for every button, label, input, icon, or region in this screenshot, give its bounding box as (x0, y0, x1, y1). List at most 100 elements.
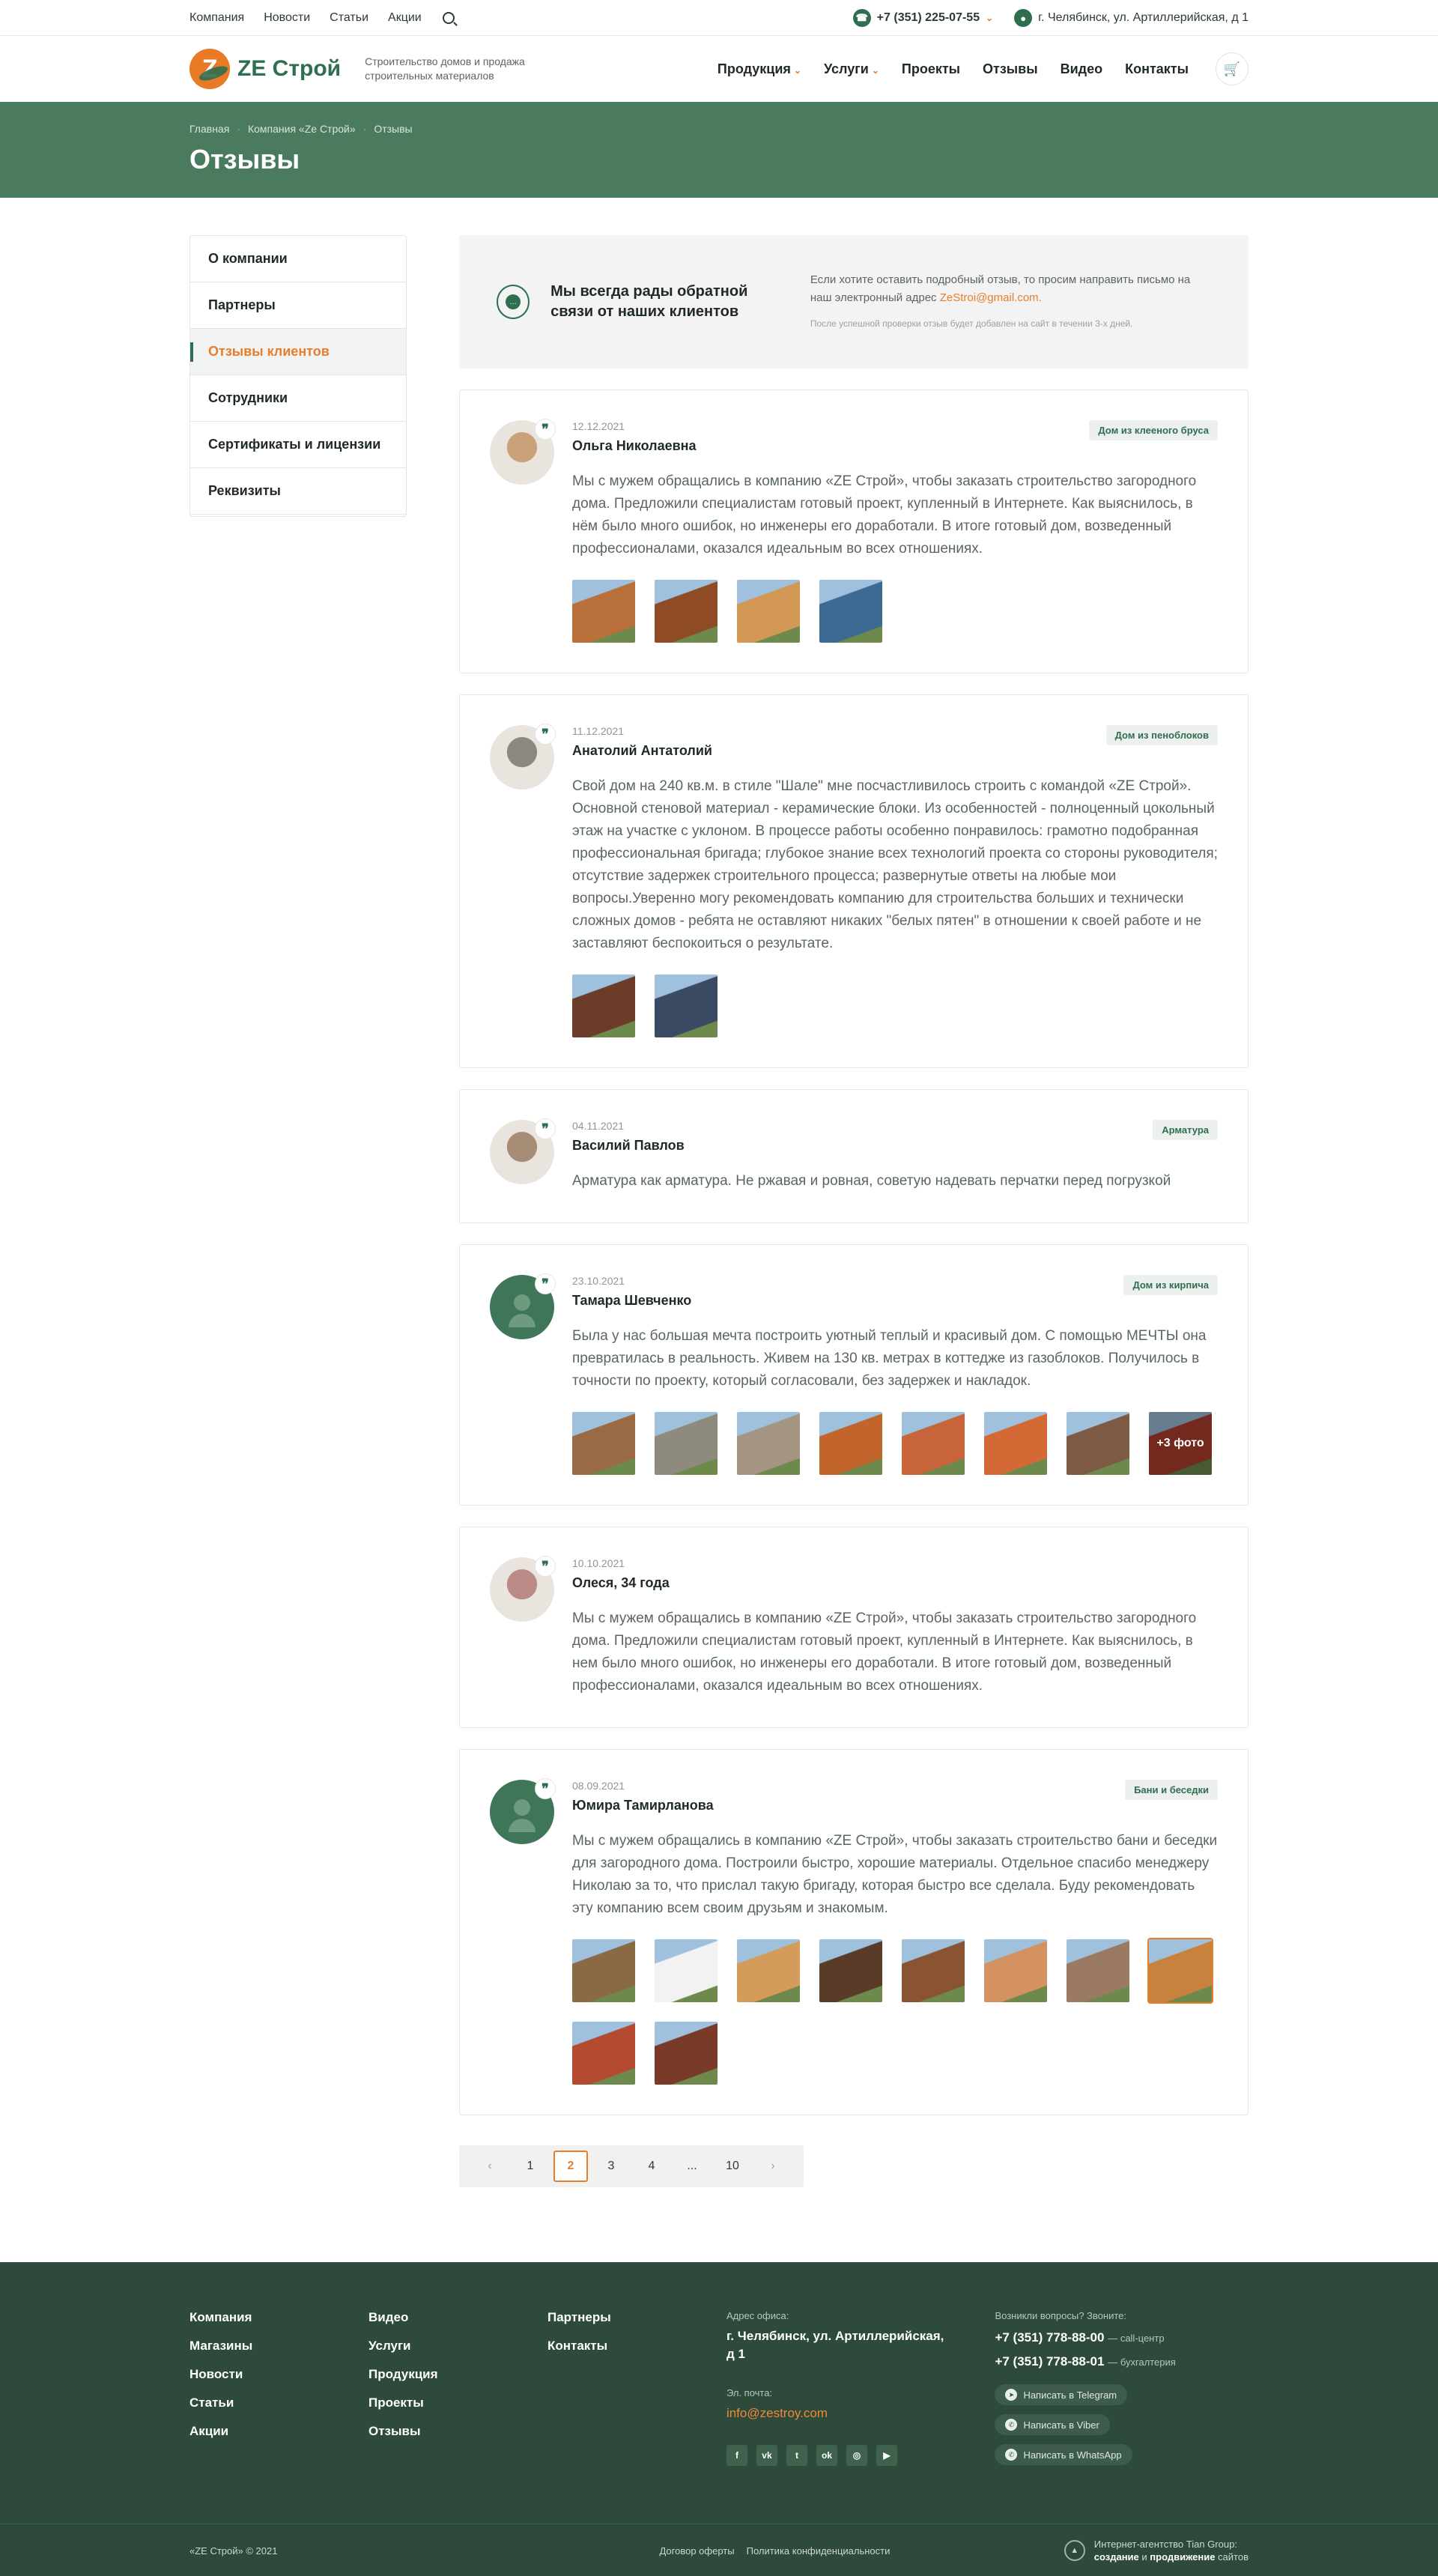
top-nav-promo[interactable]: Акции (388, 11, 422, 25)
footer-link[interactable]: Видео (368, 2310, 547, 2325)
review-photo[interactable] (819, 1939, 882, 2002)
review-category-badge[interactable]: Дом из пеноблоков (1105, 725, 1218, 745)
review-author: Олеся, 34 года (572, 1575, 670, 1590)
page-button[interactable]: 3 (594, 2151, 628, 2182)
logo[interactable]: Z ZE Строй (189, 49, 341, 89)
main-nav-item[interactable]: Видео (1061, 61, 1103, 77)
viber-label: Написать в Viber (1023, 2419, 1099, 2431)
review-photo[interactable] (572, 2022, 635, 2085)
twitter-icon[interactable]: t (786, 2445, 807, 2466)
footer-link[interactable]: Акции (189, 2424, 368, 2439)
viber-button[interactable]: ✆ Написать в Viber (995, 2414, 1110, 2435)
sidebar-item[interactable]: Реквизиты (190, 468, 406, 515)
top-nav-company[interactable]: Компания (189, 11, 244, 25)
review-photo[interactable] (655, 1939, 718, 2002)
main-nav-item[interactable]: Контакты (1125, 61, 1189, 77)
review-photo[interactable] (655, 580, 718, 643)
review-photo[interactable] (1067, 1412, 1129, 1475)
footer-phone-1[interactable]: +7 (351) 778-88-00 — call-центр (995, 2330, 1249, 2345)
odnoklassniki-icon[interactable]: ok (816, 2445, 837, 2466)
phone-1-number[interactable]: +7 (351) 778-88-00 (995, 2330, 1104, 2345)
footer-link[interactable]: Проекты (368, 2395, 547, 2410)
review-photo[interactable] (737, 1412, 800, 1475)
review-category-badge[interactable]: Дом из кирпича (1123, 1275, 1218, 1295)
main-nav-item[interactable]: Проекты (902, 61, 960, 77)
footer-col-3: Партнеры Контакты (547, 2310, 726, 2466)
review-photo[interactable] (572, 975, 635, 1037)
footer-phone-2[interactable]: +7 (351) 778-88-01 — бухгалтерия (995, 2354, 1249, 2369)
telegram-button[interactable]: ➤ Написать в Telegram (995, 2384, 1128, 2405)
feedback-box: … Мы всегда рады обратной связи от наших… (459, 235, 1249, 369)
review-photo[interactable] (572, 580, 635, 643)
top-nav-articles[interactable]: Статьи (330, 11, 368, 25)
feedback-email-link[interactable]: ZeStroi@gmail.com. (940, 291, 1042, 304)
breadcrumb-company[interactable]: Компания «Ze Строй» (248, 123, 356, 135)
review-photo[interactable] (655, 975, 718, 1037)
privacy-link[interactable]: Политика конфиденциальности (747, 2545, 891, 2557)
facebook-icon[interactable]: f (726, 2445, 747, 2466)
review-photo[interactable] (984, 1939, 1047, 2002)
review-photo[interactable] (737, 1939, 800, 2002)
cart-icon[interactable]: 🛒 (1216, 52, 1249, 85)
review-photo[interactable] (1067, 1939, 1129, 2002)
sidebar-item[interactable]: Сотрудники (190, 375, 406, 422)
phone-2-number[interactable]: +7 (351) 778-88-01 (995, 2354, 1104, 2369)
search-icon[interactable] (442, 12, 455, 24)
review-text: Мы с мужем обращались в компанию «ZE Стр… (572, 1610, 1197, 1694)
review-photo[interactable] (1147, 1938, 1213, 2004)
footer-link[interactable]: Статьи (189, 2395, 368, 2410)
youtube-icon[interactable]: ▶ (876, 2445, 897, 2466)
review-photo[interactable] (572, 1412, 635, 1475)
review-photo[interactable] (655, 2022, 718, 2085)
page-button[interactable]: 1 (513, 2151, 547, 2182)
review-photo[interactable] (984, 1412, 1047, 1475)
agency-credit[interactable]: ▲ Интернет-агентство Tian Group: создани… (1064, 2538, 1249, 2563)
instagram-icon[interactable]: ◎ (846, 2445, 867, 2466)
footer-link[interactable]: Отзывы (368, 2424, 547, 2439)
page-button[interactable]: 2 (553, 2151, 588, 2182)
footer-link[interactable]: Магазины (189, 2339, 368, 2354)
review-category-badge[interactable]: Дом из клееного бруса (1089, 420, 1218, 440)
breadcrumb-home[interactable]: Главная (189, 123, 229, 135)
footer-link[interactable]: Новости (189, 2367, 368, 2382)
review-category-badge[interactable]: Бани и беседки (1125, 1780, 1218, 1800)
footer-email[interactable]: info@zestroy.com (726, 2406, 995, 2421)
legal-links: Договор оферты Политика конфиденциальнос… (659, 2545, 890, 2557)
offer-link[interactable]: Договор оферты (659, 2545, 734, 2557)
review-photo[interactable] (572, 1939, 635, 2002)
sidebar-item[interactable]: О компании (190, 236, 406, 282)
top-nav-news[interactable]: Новости (264, 11, 310, 25)
main-nav-item[interactable]: Отзывы (983, 61, 1038, 77)
sidebar-item[interactable]: Сертификаты и лицензии (190, 422, 406, 468)
main-nav-item[interactable]: Услуги ⌄ (824, 61, 879, 77)
phone-dropdown[interactable]: ☎ +7 (351) 225-07-55 ⌄ (852, 9, 993, 27)
prev-page-button[interactable]: ‹ (473, 2151, 507, 2182)
review-photo[interactable]: +3 фото (1149, 1412, 1212, 1475)
phone-icon: ☎ (852, 9, 871, 27)
top-phone[interactable]: +7 (351) 225-07-55 (877, 11, 980, 25)
review-photo[interactable] (902, 1939, 965, 2002)
footer-link[interactable]: Продукция (368, 2367, 547, 2382)
review-photo[interactable] (819, 580, 882, 643)
page-button[interactable]: 4 (634, 2151, 669, 2182)
sidebar-item[interactable]: Партнеры (190, 282, 406, 329)
footer-link[interactable]: Партнеры (547, 2310, 726, 2325)
footer-col-1: Компания Магазины Новости Статьи Акции (189, 2310, 368, 2466)
footer-link[interactable]: Услуги (368, 2339, 547, 2354)
page-button[interactable]: 10 (715, 2151, 750, 2182)
review-category-badge[interactable]: Арматура (1153, 1120, 1218, 1140)
main-nav-item[interactable]: Продукция ⌄ (718, 61, 801, 77)
review-photo[interactable] (819, 1412, 882, 1475)
vk-icon[interactable]: vk (756, 2445, 777, 2466)
questions-label: Возникли вопросы? Звоните: (995, 2310, 1126, 2321)
phone-2-note: — бухгалтерия (1108, 2357, 1176, 2368)
footer-link[interactable]: Компания (189, 2310, 368, 2325)
review-photo[interactable] (902, 1412, 965, 1475)
review-photo[interactable] (737, 580, 800, 643)
footer-link[interactable]: Контакты (547, 2339, 726, 2354)
sidebar-item[interactable]: Отзывы клиентов (190, 329, 406, 375)
whatsapp-button[interactable]: ✆ Написать в WhatsApp (995, 2444, 1132, 2465)
next-page-button[interactable]: › (756, 2151, 790, 2182)
agency-logo-icon: ▲ (1064, 2540, 1085, 2561)
review-photo[interactable] (655, 1412, 718, 1475)
